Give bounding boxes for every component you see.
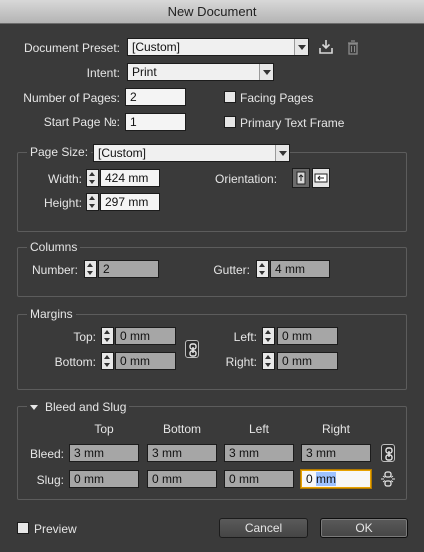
columns-number-stepper[interactable] [84,260,97,278]
margin-bottom-field[interactable]: 0 mm [115,352,176,370]
ok-button[interactable]: OK [320,518,408,538]
margin-top-label: Top: [73,330,96,344]
intent-label: Intent: [86,66,120,80]
margin-top-field[interactable]: 0 mm [115,327,176,345]
chevron-down-icon [259,64,273,80]
save-icon[interactable] [318,39,334,55]
disclosure-triangle-icon [30,405,38,411]
chain-link-icon[interactable] [381,444,395,462]
slug-label: Slug: [36,473,64,487]
page-size-legend: Page Size: [27,145,92,159]
bleed-right-field[interactable]: 3 mm [301,444,371,462]
margin-left-label: Left: [233,330,257,344]
number-of-pages-field[interactable]: 2 [125,88,186,106]
height-field[interactable]: 297 mm [100,193,160,211]
column-header-right: Right [321,422,350,436]
bleed-and-slug-legend: Bleed and Slug [45,400,127,414]
columns-number-label: Number: [31,263,78,277]
bleed-and-slug-toggle[interactable]: Bleed and Slug [27,400,130,414]
margin-bottom-label: Bottom: [54,355,96,369]
slug-right-selection: mm [316,472,337,486]
margin-left-field[interactable]: 0 mm [277,327,338,345]
chevron-down-icon [275,145,289,161]
portrait-orientation-button[interactable] [292,168,310,188]
landscape-orientation-button[interactable] [312,168,330,188]
column-header-left: Left [248,422,269,436]
page-size-value: [Custom] [98,146,147,160]
columns-number-field[interactable]: 2 [98,260,159,278]
margins-group [17,314,407,390]
cancel-button[interactable]: Cancel [219,518,308,538]
margin-right-field[interactable]: 0 mm [277,352,338,370]
margin-right-label: Right: [225,355,257,369]
height-stepper[interactable] [86,193,99,211]
columns-legend: Columns [27,240,81,254]
gutter-field[interactable]: 4 mm [270,260,330,278]
document-preset-select[interactable]: [Custom] [127,38,309,56]
primary-text-frame-label: Primary Text Frame [240,116,345,130]
slug-top-field[interactable]: 0 mm [69,470,139,488]
bleed-top-field[interactable]: 3 mm [69,444,139,462]
margin-right-stepper[interactable] [262,352,275,370]
column-header-bottom: Bottom [162,422,201,436]
intent-select[interactable]: Print [127,63,274,81]
margin-bottom-stepper[interactable] [101,352,114,370]
bleed-left-field[interactable]: 3 mm [224,444,294,462]
broken-chain-link-icon[interactable] [380,470,396,488]
trash-icon[interactable] [345,39,361,55]
width-label: Width: [47,172,82,186]
orientation-label: Orientation: [215,172,278,186]
margins-legend: Margins [27,307,76,321]
bleed-bottom-field[interactable]: 3 mm [147,444,217,462]
margin-top-stepper[interactable] [101,327,114,345]
number-of-pages-label: Number of Pages: [23,91,120,105]
primary-text-frame-checkbox[interactable] [224,116,236,128]
start-page-field[interactable]: 1 [125,113,186,131]
column-header-top: Top [94,422,114,436]
gutter-stepper[interactable] [256,260,269,278]
margin-left-stepper[interactable] [262,327,275,345]
chevron-down-icon [294,39,308,55]
facing-pages-label: Facing Pages [240,91,314,105]
width-stepper[interactable] [86,169,99,187]
gutter-label: Gutter: [213,263,250,277]
preview-checkbox[interactable] [17,522,29,534]
page-size-group [17,152,407,232]
document-preset-label: Document Preset: [23,41,120,55]
preview-label: Preview [34,522,77,536]
slug-bottom-field[interactable]: 0 mm [147,470,217,488]
start-page-label: Start Page №: [43,115,120,129]
intent-value: Print [132,65,157,79]
chain-link-icon[interactable] [185,340,199,358]
window-title: New Document [0,0,424,24]
bleed-label: Bleed: [29,447,64,461]
page-size-select[interactable]: [Custom] [93,144,290,162]
slug-right-value: 0 [306,472,317,486]
document-preset-value: [Custom] [132,40,181,54]
width-field[interactable]: 424 mm [100,169,160,187]
facing-pages-checkbox[interactable] [224,91,236,103]
height-label: Height: [43,196,82,210]
slug-right-field[interactable]: 0 mm [301,470,371,488]
slug-left-field[interactable]: 0 mm [224,470,294,488]
